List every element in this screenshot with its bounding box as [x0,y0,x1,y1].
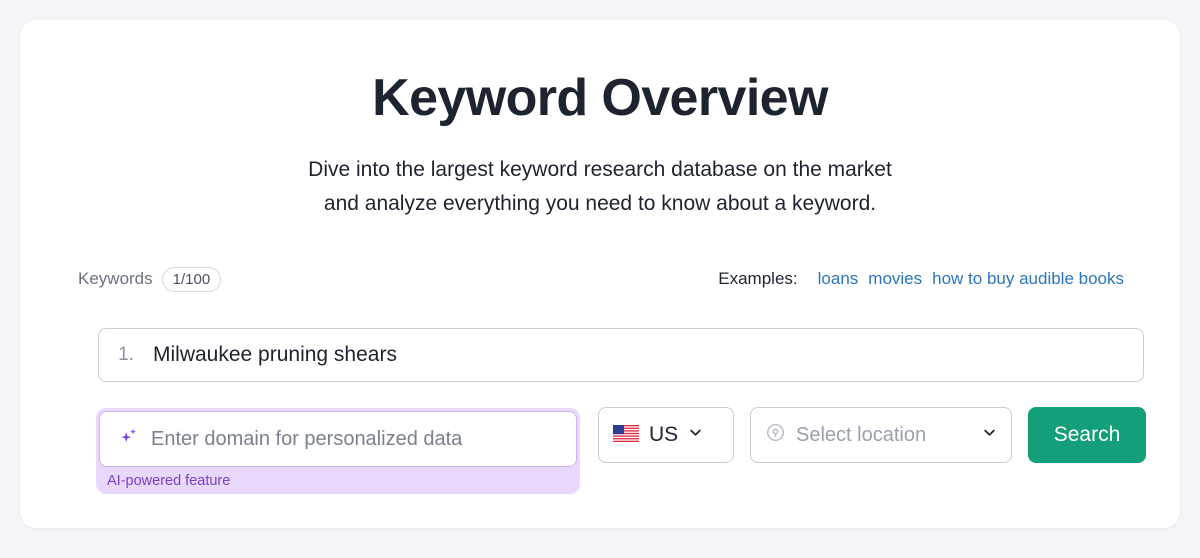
domain-input-placeholder: Enter domain for personalized data [151,428,463,450]
keywords-label: Keywords [78,269,153,288]
examples-label: Examples: [718,269,798,288]
sparkle-icon [118,426,140,453]
subtitle-line-1: Dive into the largest keyword research d… [308,158,892,181]
meta-row: Keywords 1/100 Examples: loans movies ho… [78,265,1124,293]
example-link-3[interactable]: how to buy audible books [932,269,1124,289]
country-code-label: US [649,423,679,446]
keyword-input-value: Milwaukee pruning shears [153,343,397,366]
example-link-2[interactable]: movies [868,269,922,289]
page-root: Keyword Overview Dive into the largest k… [0,0,1200,558]
chevron-down-icon [688,425,703,445]
domain-input[interactable]: Enter domain for personalized data [99,411,577,467]
keywords-counter-group: Keywords 1/100 [78,266,222,292]
subtitle-line-2: and analyze everything you need to know … [323,192,877,215]
ai-domain-field-wrapper: Enter domain for personalized data AI-po… [96,408,580,494]
country-select[interactable]: US [598,407,734,463]
page-title: Keyword Overview [372,69,828,127]
example-link-1[interactable]: loans [818,269,859,289]
page-subtitle: Dive into the largest keyword research d… [20,153,1180,221]
search-button[interactable]: Search [1028,407,1146,463]
location-select-placeholder: Select location [796,424,927,446]
location-select[interactable]: Select location [750,407,1012,463]
keyword-input[interactable]: 1. Milwaukee pruning shears [98,328,1144,382]
keyword-overview-card: Keyword Overview Dive into the largest k… [20,20,1180,528]
keyword-index-label: 1. [118,344,134,365]
us-flag-icon [613,424,639,446]
examples-group: Examples: loans movies how to buy audibl… [718,269,1124,289]
keywords-count-badge: 1/100 [161,266,222,292]
map-pin-icon [765,422,786,448]
ai-powered-feature-label: AI-powered feature [107,473,231,489]
chevron-down-icon [982,425,997,445]
